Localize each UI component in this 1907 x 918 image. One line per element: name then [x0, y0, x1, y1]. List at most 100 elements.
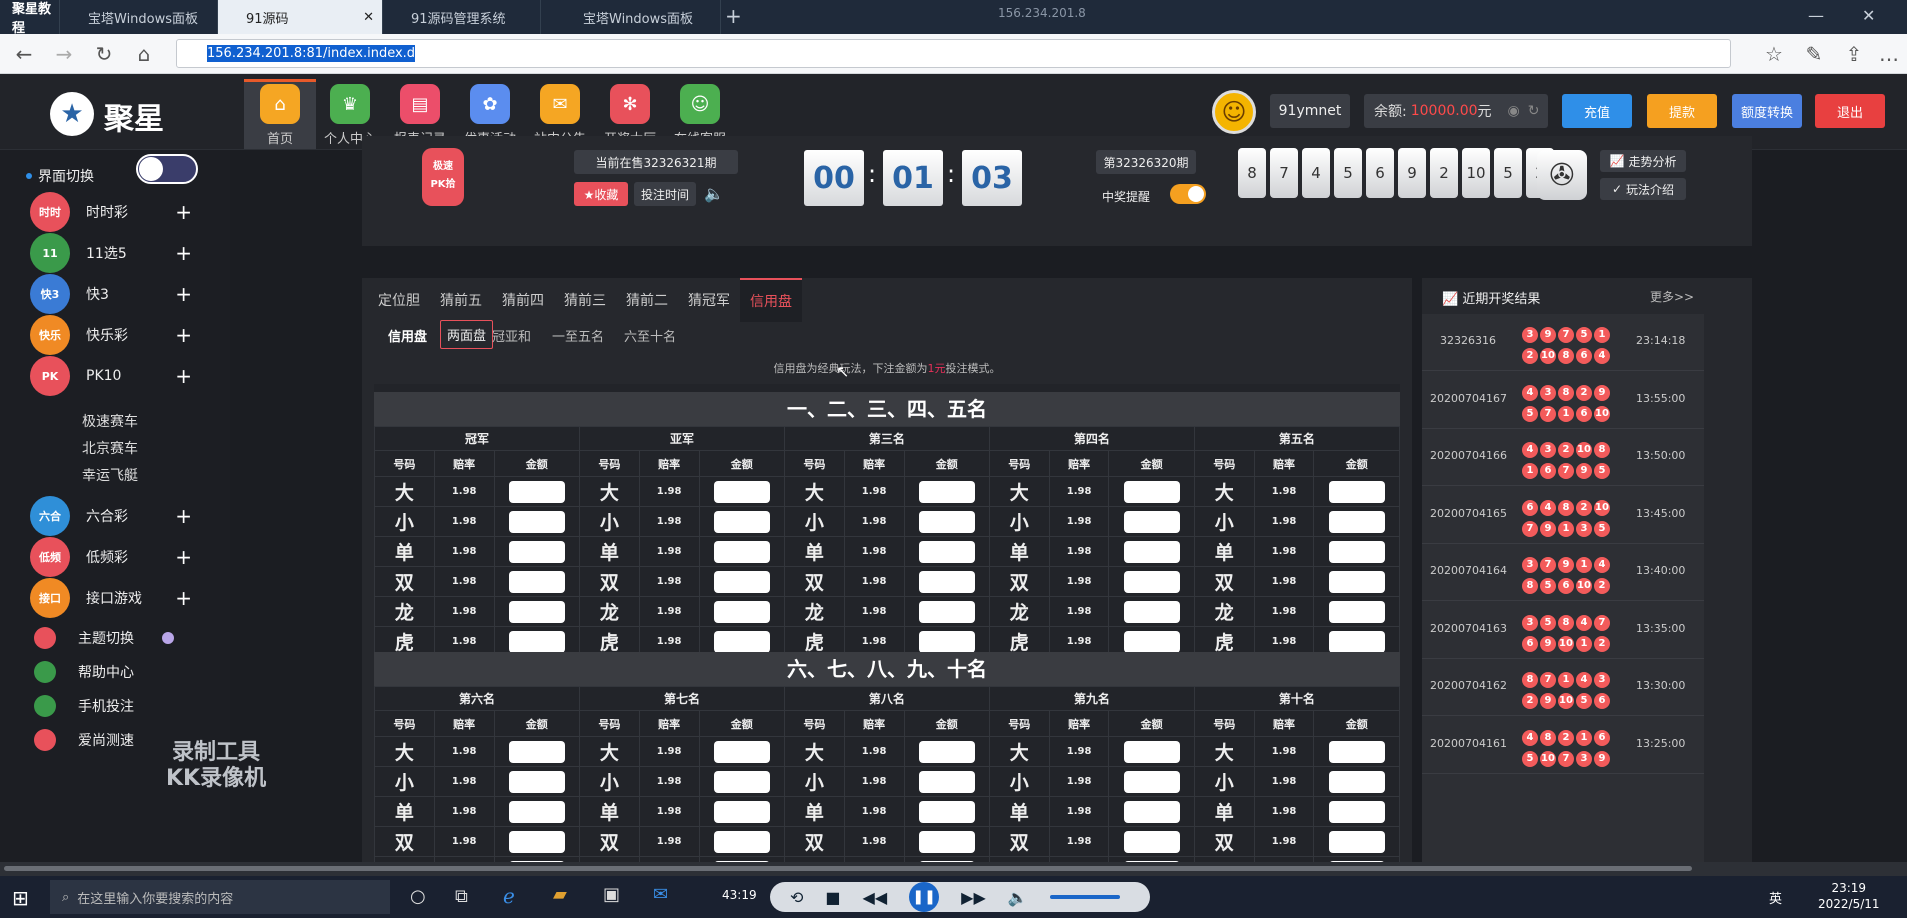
bet-option[interactable]: 双 [578, 826, 640, 857]
amount-input[interactable] [1328, 480, 1385, 503]
subtab-1[interactable]: 两面盘 [440, 320, 494, 349]
tab-game-2[interactable]: 猜前四 [492, 278, 554, 322]
tab-game-1[interactable]: 猜前五 [430, 278, 492, 322]
amount-input[interactable] [1123, 570, 1180, 593]
bet-option[interactable]: 小 [374, 766, 435, 797]
bet-option[interactable]: 大 [1193, 476, 1255, 507]
stop-icon[interactable]: ■ [825, 888, 840, 907]
amount-input[interactable] [508, 600, 565, 623]
bet-option[interactable]: 龙 [374, 596, 435, 627]
pk10-sub-item[interactable]: 北京赛车 [82, 438, 138, 458]
amount-input[interactable] [918, 480, 975, 503]
amount-input[interactable] [1328, 770, 1385, 793]
volume-slider[interactable] [1049, 895, 1120, 899]
amount-input[interactable] [918, 770, 975, 793]
amount-input[interactable] [508, 830, 565, 853]
theme-toggle[interactable] [136, 154, 198, 184]
browser-tab[interactable]: 宝塔Windows面板 [545, 0, 721, 34]
amount-input[interactable] [1328, 570, 1385, 593]
favorite-button[interactable]: ★收藏 [574, 182, 628, 206]
results-more-link[interactable]: 更多>> [1650, 288, 1694, 305]
edge-icon[interactable]: ℯ [503, 884, 515, 908]
withdraw-button[interactable]: 提款 [1647, 94, 1717, 128]
windows-start-icon[interactable]: ⊞ [12, 886, 29, 910]
refresh-balance-icon[interactable]: ↻ [1528, 103, 1540, 119]
bet-option[interactable]: 小 [374, 506, 435, 537]
back-icon[interactable]: ← [10, 40, 38, 68]
bet-option[interactable]: 单 [783, 796, 845, 827]
sidebar-item-PK10[interactable]: PK PK10 + [30, 356, 230, 396]
sidebar-link[interactable]: 主题切换 [30, 623, 230, 653]
bet-option[interactable]: 大 [783, 736, 845, 767]
bet-option[interactable]: 单 [1193, 536, 1255, 567]
bet-option[interactable]: 双 [374, 826, 435, 857]
plus-icon[interactable]: + [175, 364, 192, 388]
bet-option[interactable]: 大 [1193, 736, 1255, 767]
pk10-sub-item[interactable]: 幸运飞艇 [82, 465, 138, 485]
bet-option[interactable]: 双 [1193, 566, 1255, 597]
share-icon[interactable]: ⇪ [1840, 40, 1868, 68]
hide-eye-icon[interactable]: ◉ [1508, 103, 1520, 119]
tab-game-3[interactable]: 猜前三 [554, 278, 616, 322]
sidebar-item-快3[interactable]: 快3 快3 + [30, 274, 230, 314]
bet-option[interactable]: 单 [988, 536, 1050, 567]
bet-option[interactable]: 小 [988, 506, 1050, 537]
bet-option[interactable]: 双 [988, 566, 1050, 597]
home-icon[interactable]: ⌂ [130, 40, 158, 68]
plus-icon[interactable]: + [175, 200, 192, 224]
bet-option[interactable]: 大 [988, 736, 1050, 767]
recharge-button[interactable]: 充值 [1562, 94, 1632, 128]
bet-option[interactable]: 大 [783, 476, 845, 507]
bet-option[interactable]: 单 [988, 796, 1050, 827]
amount-input[interactable] [1328, 540, 1385, 563]
bet-option[interactable]: 龙 [988, 596, 1050, 627]
sidebar-item-11选5[interactable]: 11 11选5 + [30, 233, 230, 273]
sidebar-item-时时彩[interactable]: 时时 时时彩 + [30, 192, 230, 232]
plus-icon[interactable]: + [175, 586, 192, 610]
more-icon[interactable]: … [1875, 40, 1903, 68]
bet-option[interactable]: 小 [578, 506, 640, 537]
ime-indicator[interactable]: 英 [1769, 888, 1782, 907]
lottery-machine-icon[interactable]: ✇ [1537, 150, 1587, 200]
amount-input[interactable] [508, 800, 565, 823]
bet-option[interactable]: 龙 [1193, 596, 1255, 627]
repeat-icon[interactable]: ⟲ [790, 888, 803, 907]
amount-input[interactable] [508, 480, 565, 503]
minimize-icon[interactable]: — [1808, 6, 1824, 25]
bet-option[interactable]: 双 [374, 566, 435, 597]
plus-icon[interactable]: + [175, 504, 192, 528]
amount-input[interactable] [713, 830, 770, 853]
bet-option[interactable]: 双 [988, 826, 1050, 857]
taskbar-search[interactable]: ⌕ 在这里输入你要搜索的内容 [50, 880, 390, 914]
bet-option[interactable]: 大 [374, 736, 435, 767]
bet-option[interactable]: 小 [578, 766, 640, 797]
clock[interactable]: 23:19 2022/5/11 [1818, 880, 1880, 912]
sound-icon[interactable]: 🔈 [704, 184, 724, 203]
amount-input[interactable] [508, 510, 565, 533]
bet-option[interactable]: 单 [374, 536, 435, 567]
favorites-icon[interactable]: ☆ [1760, 40, 1788, 68]
tab-game-4[interactable]: 猜前二 [616, 278, 678, 322]
sidebar-item-快乐彩[interactable]: 快乐 快乐彩 + [30, 315, 230, 355]
amount-input[interactable] [713, 740, 770, 763]
amount-input[interactable] [508, 570, 565, 593]
transfer-button[interactable]: 额度转换 [1732, 94, 1802, 128]
prize-alert-toggle[interactable] [1170, 184, 1206, 204]
mail-icon[interactable]: ✉ [653, 884, 668, 905]
amount-input[interactable] [918, 510, 975, 533]
bet-option[interactable]: 单 [374, 796, 435, 827]
bet-option[interactable]: 双 [1193, 826, 1255, 857]
bet-option[interactable]: 小 [783, 766, 845, 797]
amount-input[interactable] [918, 740, 975, 763]
subtab-4[interactable]: 六至十名 [624, 326, 676, 345]
amount-input[interactable] [1123, 510, 1180, 533]
plus-icon[interactable]: + [175, 323, 192, 347]
bet-option[interactable]: 大 [578, 736, 640, 767]
bet-option[interactable]: 单 [578, 536, 640, 567]
amount-input[interactable] [1328, 740, 1385, 763]
folder-icon[interactable]: ▰ [553, 884, 567, 905]
amount-input[interactable] [1123, 740, 1180, 763]
amount-input[interactable] [1328, 600, 1385, 623]
rules-button[interactable]: ✓ 玩法介绍 [1600, 178, 1686, 200]
amount-input[interactable] [1123, 540, 1180, 563]
